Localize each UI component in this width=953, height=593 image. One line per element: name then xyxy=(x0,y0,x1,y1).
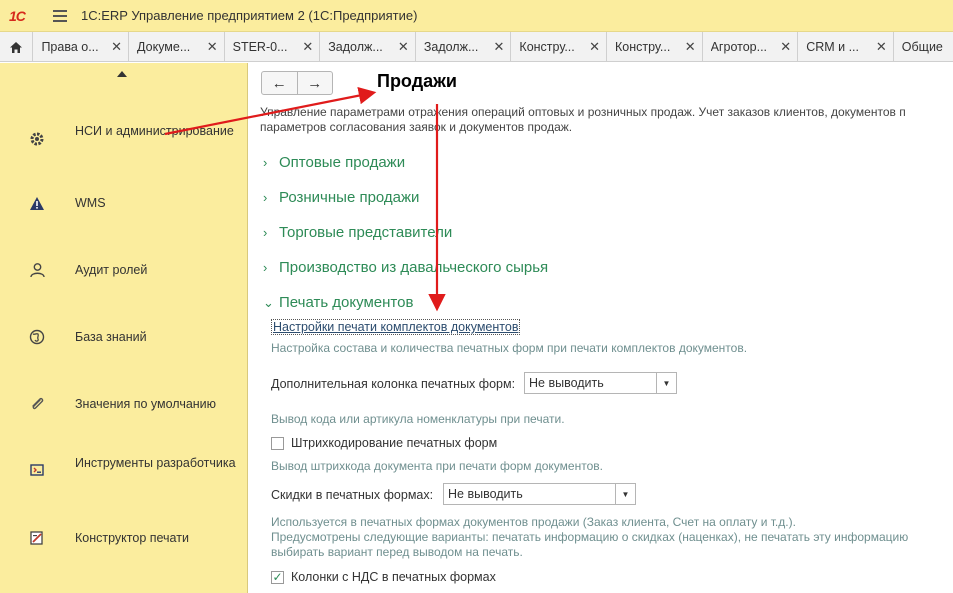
tab[interactable]: STER-0... ✕ xyxy=(225,32,321,62)
home-icon xyxy=(10,41,23,53)
tab[interactable]: Общие xyxy=(894,32,953,62)
chevron-right-icon: › xyxy=(263,260,268,275)
paperclip-icon xyxy=(28,395,46,413)
close-icon[interactable]: ✕ xyxy=(302,39,313,55)
print-kit-settings-link[interactable]: Настройки печати комплектов документов xyxy=(271,319,521,335)
close-icon[interactable]: ✕ xyxy=(398,39,409,55)
tab-bar: Права о... ✕ Докуме... ✕ STER-0... ✕ Задолж… xyxy=(0,32,953,62)
section-retail[interactable]: › Розничные продажи xyxy=(263,189,419,206)
tab[interactable]: CRM и ... ✕ xyxy=(798,32,894,62)
discounts-label: Скидки в печатных формах: xyxy=(271,488,434,502)
barcode-checkbox-row[interactable]: Штрихкодирование печатных форм xyxy=(271,436,497,450)
print-kit-settings-note: Настройка состава и количества печатных … xyxy=(271,341,748,355)
tab[interactable]: Констру... ✕ xyxy=(607,32,703,62)
close-icon[interactable]: ✕ xyxy=(111,39,122,55)
vat-columns-checkbox[interactable]: ✓ xyxy=(271,570,284,584)
chevron-right-icon: › xyxy=(263,155,268,170)
tab[interactable]: Права о... ✕ xyxy=(33,32,130,62)
dropdown-arrow-icon[interactable]: ▼ xyxy=(656,373,676,393)
sidebar-item-label: WMS xyxy=(75,196,106,210)
vat-columns-checkbox-row[interactable]: ✓ Колонки с НДС в печатных формах xyxy=(271,570,496,584)
close-icon[interactable]: ✕ xyxy=(780,39,791,55)
close-icon[interactable]: ✕ xyxy=(207,39,218,55)
history-nav: ← → xyxy=(261,71,333,95)
close-icon[interactable]: ✕ xyxy=(876,39,887,55)
section-wholesale[interactable]: › Оптовые продажи xyxy=(263,154,405,171)
sections-sidebar: НСИ и администрирование WMS Аудит ролей … xyxy=(0,63,248,593)
extra-column-label: Дополнительная колонка печатных форм: xyxy=(271,377,516,391)
dropdown-arrow-icon[interactable]: ▼ xyxy=(615,484,635,504)
content-area: ← → Продажи Управление параметрами отраж… xyxy=(249,63,953,593)
title-bar: 1С 1С:ERP Управление предприятием 2 (1С:… xyxy=(0,0,953,32)
app-title: 1С:ERP Управление предприятием 2 (1С:Пре… xyxy=(81,8,418,23)
sidebar-item-wms[interactable]: WMS xyxy=(0,193,248,213)
extra-column-select[interactable]: Не выводить ▼ xyxy=(524,372,677,394)
sidebar-item-print-designer[interactable]: Конструктор печати xyxy=(0,528,248,548)
forward-button[interactable]: → xyxy=(296,72,333,94)
home-tab[interactable] xyxy=(0,32,34,62)
tools-icon xyxy=(28,461,46,479)
sidebar-item-nsi[interactable]: НСИ и администрирование xyxy=(0,121,248,157)
warning-triangle-icon xyxy=(28,194,46,212)
page-description: Управление параметрами отражения операци… xyxy=(260,105,906,134)
close-icon[interactable]: ✕ xyxy=(685,39,696,55)
section-print-documents[interactable]: ⌄ Печать документов xyxy=(263,294,413,311)
tab[interactable]: Агротор... ✕ xyxy=(703,32,799,62)
menu-icon[interactable] xyxy=(53,9,67,22)
sidebar-item-defaults[interactable]: Значения по умолчанию xyxy=(0,394,248,414)
extra-column-note: Вывод кода или артикула номенклатуры при… xyxy=(271,412,565,426)
section-tolling-production[interactable]: › Производство из давальческого сырья xyxy=(263,259,548,276)
sidebar-item-knowledge-base[interactable]: База знаний xyxy=(0,327,248,347)
chevron-right-icon: › xyxy=(263,225,268,240)
sidebar-item-role-audit[interactable]: Аудит ролей xyxy=(0,260,248,280)
tab[interactable]: Задолж... ✕ xyxy=(416,32,512,62)
sidebar-item-dev-tools[interactable]: Инструменты разработчика xyxy=(0,453,248,489)
barcode-note: Вывод штрихкода документа при печати фор… xyxy=(271,459,603,473)
sidebar-item-label: База знаний xyxy=(75,330,147,344)
globe-icon xyxy=(28,328,46,346)
scroll-up-icon[interactable] xyxy=(117,71,127,77)
sidebar-item-label: Аудит ролей xyxy=(75,263,148,277)
back-button[interactable]: ← xyxy=(262,72,297,94)
sidebar-item-label: НСИ и администрирование xyxy=(75,124,234,138)
discounts-select[interactable]: Не выводить ▼ xyxy=(443,483,636,505)
tab[interactable]: Задолж... ✕ xyxy=(320,32,416,62)
sidebar-item-label: Значения по умолчанию xyxy=(75,397,217,411)
page-title: Продажи xyxy=(377,71,457,91)
sidebar-item-label: Инструменты разработчика xyxy=(75,456,236,470)
chevron-right-icon: › xyxy=(263,190,268,205)
sidebar-item-label: Конструктор печати xyxy=(75,531,189,545)
section-sales-reps[interactable]: › Торговые представители xyxy=(263,224,452,241)
discounts-note: Используется в печатных формах документо… xyxy=(271,515,909,559)
1c-logo[interactable]: 1С xyxy=(9,7,41,25)
barcode-checkbox[interactable] xyxy=(271,436,284,450)
tab[interactable]: Констру... ✕ xyxy=(511,32,607,62)
close-icon[interactable]: ✕ xyxy=(589,39,600,55)
chevron-down-icon: ⌄ xyxy=(263,294,274,310)
print-designer-icon xyxy=(28,529,46,547)
gear-icon xyxy=(28,130,46,148)
users-icon xyxy=(28,261,46,279)
tab[interactable]: Докуме... ✕ xyxy=(129,32,225,62)
close-icon[interactable]: ✕ xyxy=(494,39,505,55)
